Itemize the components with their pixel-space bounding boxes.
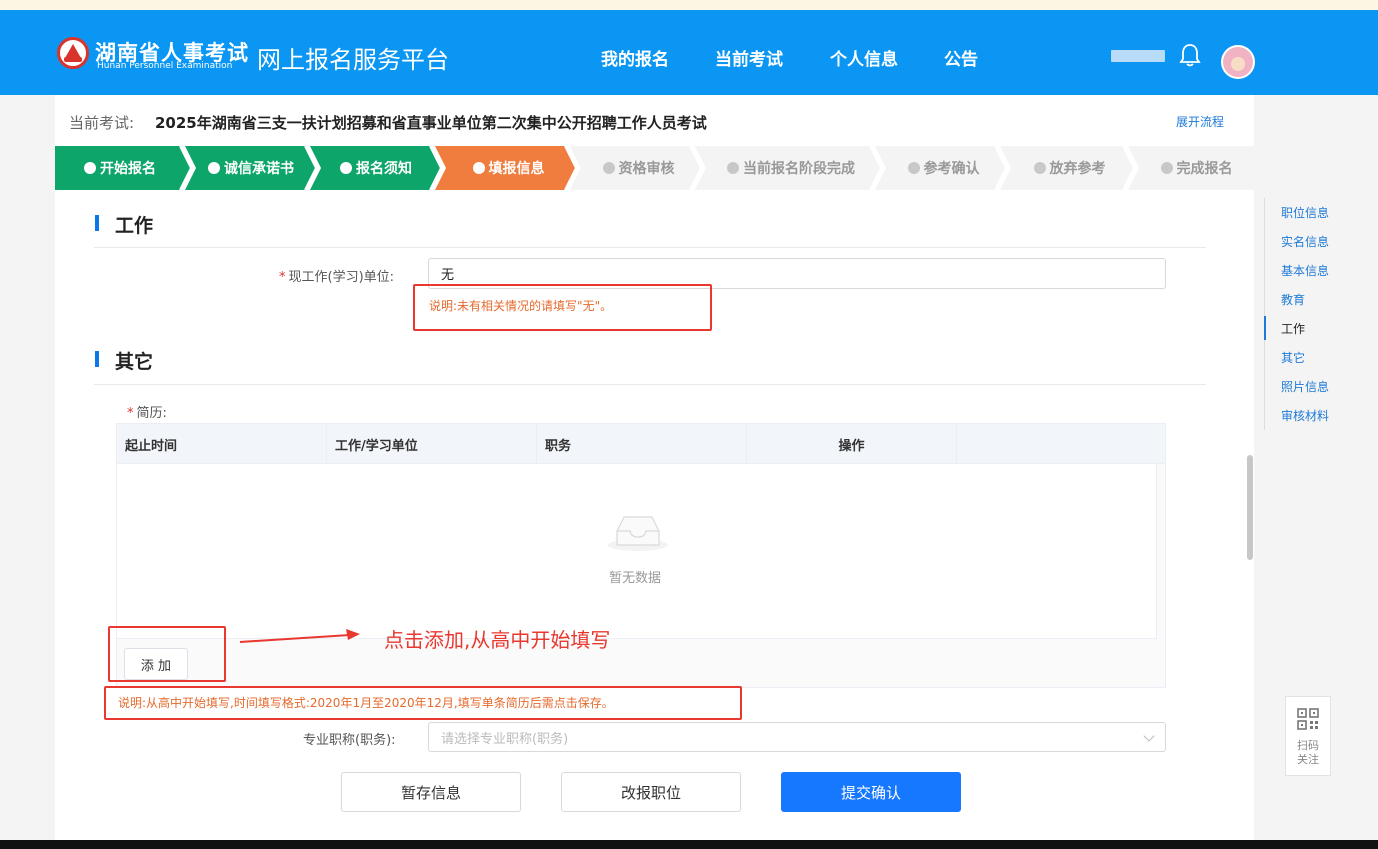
professional-title-label: 专业职称(职务): [303, 733, 396, 748]
username-redacted[interactable] [1111, 50, 1165, 62]
step-confirm: 参考确认 [886, 146, 1001, 190]
resume-label: * 简历: [127, 406, 167, 421]
check-icon [208, 162, 220, 174]
nav-personal-info[interactable]: 个人信息 [830, 45, 898, 70]
divider [94, 247, 1206, 248]
step-finish: 完成报名 [1139, 146, 1254, 190]
side-item-other[interactable]: 其它 [1265, 343, 1364, 372]
annotation-arrow-icon [239, 629, 360, 643]
platform-title: 网上报名服务平台 [257, 46, 449, 74]
col-action: 操作 [747, 424, 957, 464]
side-anchor-nav: 职位信息 实名信息 基本信息 教育 工作 其它 照片信息 审核材料 [1264, 198, 1364, 430]
nav-current-exam[interactable]: 当前考试 [715, 45, 783, 70]
step-stage-complete: 当前报名阶段完成 [706, 146, 876, 190]
current-exam-title: 2025年湖南省三支一扶计划招募和省直事业单位第二次集中公开招聘工作人员考试 [155, 114, 707, 132]
clock-icon [1033, 162, 1046, 174]
bottom-bar [0, 840, 1378, 849]
qr-code-icon [1297, 708, 1319, 730]
annotation-box-resume-hint [104, 686, 742, 720]
side-item-materials[interactable]: 审核材料 [1265, 401, 1364, 430]
clock-icon [602, 162, 615, 174]
side-item-education[interactable]: 教育 [1265, 285, 1364, 314]
step-fill-info: 填报信息 [446, 146, 571, 190]
empty-inbox-icon [608, 516, 668, 551]
clock-icon [727, 162, 739, 174]
save-draft-button[interactable]: 暂存信息 [341, 772, 521, 812]
logo-subtitle: Hunan Personnel Examination [97, 61, 233, 71]
section-marker [95, 351, 99, 367]
site-header: 湖南省人事考试 Hunan Personnel Examination 网上报名… [0, 10, 1378, 95]
annotation-box-add [108, 626, 226, 682]
check-icon [340, 162, 352, 174]
location-pin-icon [472, 162, 485, 174]
step-give-up: 放弃参考 [1011, 146, 1128, 190]
change-position-button[interactable]: 改报职位 [561, 772, 741, 812]
avatar[interactable] [1221, 45, 1255, 79]
qr-label: 扫码 关注 [1297, 739, 1319, 766]
current-exam-label: 当前考试: [69, 114, 135, 132]
step-pledge: 诚信承诺书 [191, 146, 311, 190]
annotation-box-work [413, 284, 712, 331]
table-header: 起止时间 工作/学习单位 职务 操作 [117, 424, 1165, 464]
side-item-basic[interactable]: 基本信息 [1265, 256, 1364, 285]
scrollbar-thumb[interactable] [1247, 455, 1253, 560]
browser-top-strip [0, 0, 1378, 10]
nav-announcement[interactable]: 公告 [944, 45, 978, 70]
annotation-text: 点击添加,从高中开始填写 [384, 628, 611, 652]
step-qualification-review: 资格审核 [581, 146, 696, 190]
section-title-work: 工作 [115, 215, 154, 237]
section-marker [95, 215, 99, 231]
col-unit: 工作/学习单位 [327, 424, 537, 464]
side-item-work[interactable]: 工作 [1264, 314, 1364, 343]
side-item-position[interactable]: 职位信息 [1265, 198, 1364, 227]
step-start: 开始报名 [55, 146, 185, 190]
work-unit-label: * 现工作(学习)单位: [279, 270, 395, 285]
side-item-realname[interactable]: 实名信息 [1265, 227, 1364, 256]
chevron-down-icon [1143, 730, 1155, 742]
section-title-other: 其它 [115, 351, 154, 373]
qr-follow-button[interactable]: 扫码 关注 [1285, 696, 1331, 776]
bell-icon[interactable] [1179, 42, 1201, 68]
table-body: 暂无数据 [117, 464, 1157, 639]
nav-my-registration[interactable]: 我的报名 [601, 45, 669, 70]
logo-icon [57, 37, 89, 69]
divider [94, 384, 1206, 385]
clock-icon [1160, 162, 1173, 174]
col-position: 职务 [537, 424, 747, 464]
check-icon [84, 162, 96, 174]
side-item-photo[interactable]: 照片信息 [1265, 372, 1364, 401]
clock-icon [907, 162, 920, 174]
resume-table: 起止时间 工作/学习单位 职务 操作 暂无数据 [116, 423, 1166, 688]
empty-text: 暂无数据 [609, 571, 662, 586]
progress-steps: 开始报名 诚信承诺书 报名须知 填报信息 资格审核 当前报名阶段完成 参考确认 … [55, 146, 1254, 190]
col-period: 起止时间 [117, 424, 327, 464]
step-notice: 报名须知 [316, 146, 436, 190]
submit-button[interactable]: 提交确认 [781, 772, 961, 812]
expand-process-link[interactable]: 展开流程 [1176, 113, 1224, 130]
professional-title-select[interactable]: 请选择专业职称(职务) [428, 722, 1166, 752]
